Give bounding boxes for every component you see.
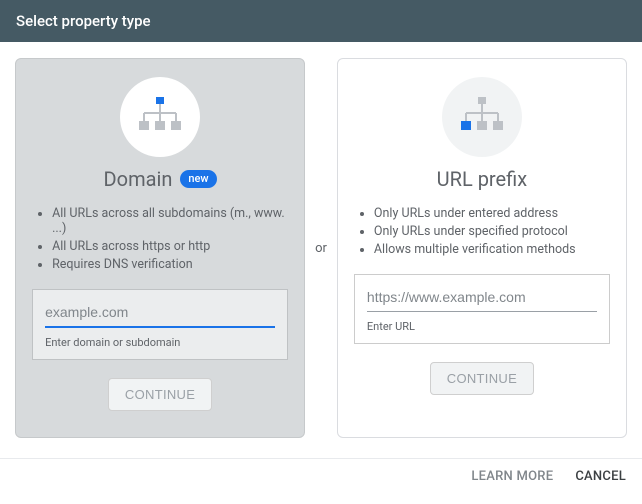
learn-more-button[interactable]: LEARN MORE — [471, 469, 553, 484]
new-badge: new — [180, 170, 216, 188]
sitemap-icon — [136, 95, 184, 139]
dialog-title: Select property type — [16, 12, 151, 30]
url-input[interactable] — [367, 285, 597, 312]
domain-feature-list: All URLs across all subdomains (m., www.… — [32, 203, 288, 275]
domain-title: Domain — [104, 167, 173, 191]
list-item: Only URLs under entered address — [374, 206, 610, 221]
url-feature-list: Only URLs under entered address Only URL… — [354, 203, 610, 260]
list-item: All URLs across all subdomains (m., www.… — [52, 206, 288, 236]
url-prefix-card[interactable]: URL prefix Only URLs under entered addre… — [337, 58, 627, 438]
list-item: Allows multiple verification methods — [374, 242, 610, 257]
list-item: Only URLs under specified protocol — [374, 224, 610, 239]
domain-input-box: Enter domain or subdomain — [32, 289, 288, 360]
url-icon-circle — [442, 77, 522, 157]
list-item: Requires DNS verification — [52, 257, 288, 272]
cancel-button[interactable]: CANCEL — [575, 469, 626, 484]
dialog-body: Domain new All URLs across all subdomain… — [0, 42, 642, 458]
domain-icon-circle — [120, 77, 200, 157]
list-item: All URLs across https or http — [52, 239, 288, 254]
domain-title-row: Domain new — [104, 167, 217, 191]
domain-input[interactable] — [45, 300, 275, 328]
domain-card[interactable]: Domain new All URLs across all subdomain… — [15, 58, 305, 438]
url-continue-button[interactable]: CONTINUE — [430, 362, 534, 395]
sitemap-icon — [458, 95, 506, 139]
url-input-helper: Enter URL — [367, 320, 597, 333]
domain-continue-button[interactable]: CONTINUE — [108, 378, 212, 411]
or-separator: or — [313, 241, 329, 256]
dialog-header: Select property type — [0, 0, 642, 42]
url-title-row: URL prefix — [437, 167, 527, 191]
domain-input-helper: Enter domain or subdomain — [45, 336, 275, 349]
url-input-box: Enter URL — [354, 274, 610, 344]
dialog-footer: LEARN MORE CANCEL — [0, 458, 642, 494]
url-title: URL prefix — [437, 167, 527, 191]
